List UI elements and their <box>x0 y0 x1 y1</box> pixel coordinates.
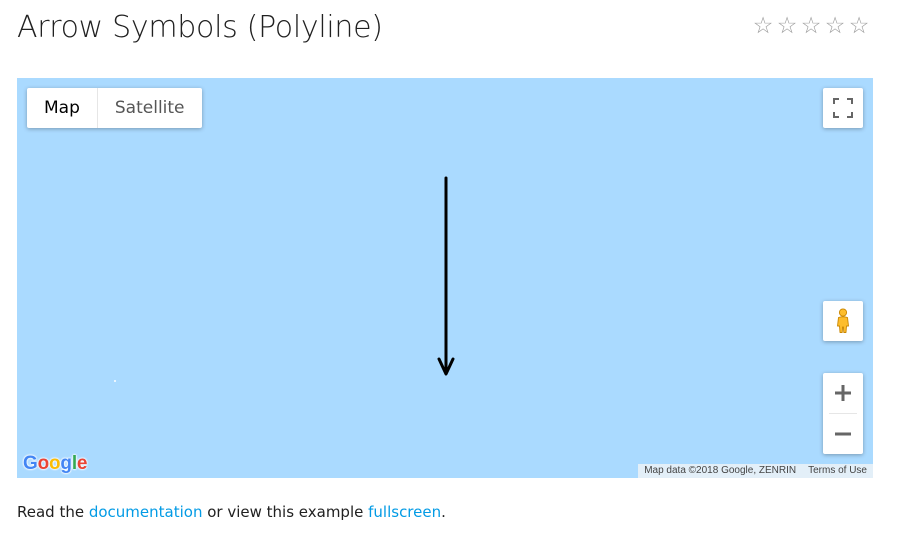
star-icon[interactable]: ☆ <box>776 13 798 37</box>
fullscreen-icon <box>833 98 853 118</box>
google-logo: Google <box>23 453 88 474</box>
zoom-in-button[interactable] <box>823 373 863 413</box>
page-title: Arrow Symbols (Polyline) <box>17 10 383 45</box>
footer-text: Read the documentation or view this exam… <box>17 503 446 521</box>
map-canvas[interactable]: Map Satellite Google Map data ©2018 Goog… <box>17 78 873 478</box>
footer-prefix: Read the <box>17 503 89 521</box>
plus-icon <box>835 385 851 401</box>
street-view-pegman-button[interactable] <box>823 301 863 341</box>
map-type-map-button[interactable]: Map <box>27 88 97 128</box>
pegman-icon <box>837 308 849 333</box>
footer-suffix: . <box>441 503 446 521</box>
star-icon[interactable]: ☆ <box>848 13 870 37</box>
star-rating[interactable]: ☆ ☆ ☆ ☆ ☆ <box>752 13 870 37</box>
map-data-credit: Map data ©2018 Google, ZENRIN <box>644 465 797 476</box>
polyline-arrow <box>437 176 455 376</box>
zoom-out-button[interactable] <box>823 414 863 454</box>
map-speck <box>114 380 116 382</box>
fullscreen-link[interactable]: fullscreen <box>368 503 441 521</box>
fullscreen-button[interactable] <box>823 88 863 128</box>
documentation-link[interactable]: documentation <box>89 503 203 521</box>
star-icon[interactable]: ☆ <box>752 13 774 37</box>
terms-of-use-link[interactable]: Terms of Use <box>808 464 867 478</box>
footer-middle: or view this example <box>202 503 369 521</box>
map-type-control: Map Satellite <box>27 88 202 128</box>
star-icon[interactable]: ☆ <box>824 13 846 37</box>
star-icon[interactable]: ☆ <box>800 13 822 37</box>
zoom-control <box>823 373 863 454</box>
minus-icon <box>835 432 851 436</box>
map-type-satellite-button[interactable]: Satellite <box>96 88 202 128</box>
map-attribution: Map data ©2018 Google, ZENRIN Terms of U… <box>638 464 873 478</box>
